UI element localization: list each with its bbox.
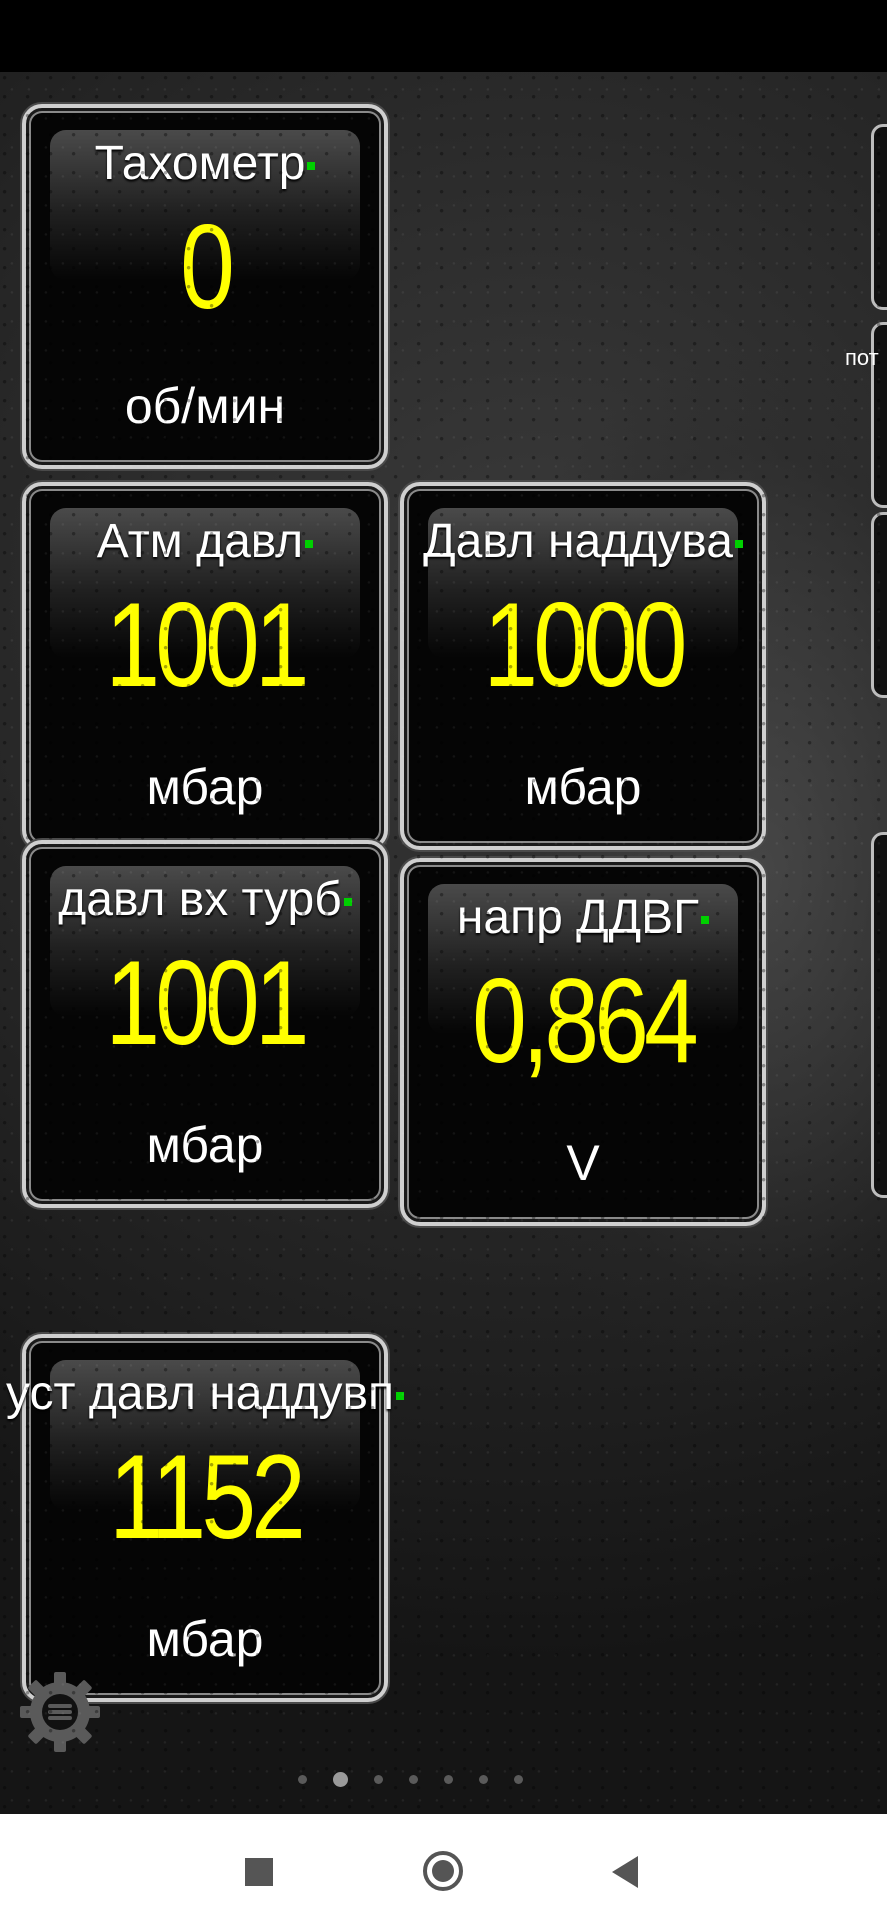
gauge-value: 0,864 [472,954,699,1088]
gauge-title: давл вх турб [58,873,342,926]
gauge-boost-pressure[interactable]: Давл наддува 1000 мбар [400,482,766,850]
gauge-title: Давл наддува [423,515,733,568]
page-dot[interactable] [374,1775,383,1784]
gauge-unit: мбар [524,759,642,815]
status-dot-icon [307,162,316,171]
gauge-title: уст давл наддувп [6,1367,394,1420]
gauge-value: 1152 [109,1430,306,1564]
gauge-unit: мбар [146,1611,264,1667]
edge-gauge-partial[interactable] [871,124,887,310]
dashboard: Тахометр 0 об/мин Атм давл 1001 мбар Дав… [0,72,887,1814]
page-dot-active[interactable] [333,1772,348,1787]
page-dot[interactable] [479,1775,488,1784]
page-dot[interactable] [409,1775,418,1784]
page-dot[interactable] [444,1775,453,1784]
back-triangle-icon[interactable] [612,1856,638,1888]
settings-gear-icon[interactable] [16,1668,104,1756]
status-dot-icon [343,898,352,907]
gauge-value: 1000 [483,578,687,712]
gauge-tachometer[interactable]: Тахометр 0 об/мин [22,104,388,469]
page-dot[interactable] [298,1775,307,1784]
status-dot-icon [305,540,314,549]
recents-square-icon[interactable] [245,1858,273,1886]
gauge-turbo-inlet-pressure[interactable]: давл вх турб 1001 мбар [22,840,388,1208]
gauge-boost-setpoint[interactable]: уст давл наддувп 1152 мбар [6,1334,404,1702]
status-dot-icon [701,916,710,925]
gauge-unit: об/мин [124,378,286,434]
gauge-ddvg-voltage[interactable]: напр ДДВГ 0,864 V [400,858,766,1226]
gauge-unit: V [566,1135,600,1191]
edge-gauge-label: пот [845,345,879,370]
gauge-atm-pressure[interactable]: Атм давл 1001 мбар [22,482,388,850]
status-dot-icon [395,1392,404,1401]
gauge-title: Тахометр [94,137,306,190]
gauge-title: напр ДДВГ [456,891,700,944]
gauge-unit: мбар [146,759,264,815]
gauge-value: 1001 [105,936,309,1070]
gauge-value: 1001 [105,578,309,712]
page-indicator[interactable] [298,1772,523,1787]
gauge-title: Атм давл [96,515,304,568]
status-dot-icon [734,540,743,549]
status-bar [0,0,887,72]
page-dot[interactable] [514,1775,523,1784]
home-circle-icon[interactable] [423,1851,463,1891]
gauge-value: 0 [180,200,235,334]
edge-gauge-partial[interactable] [871,832,887,1198]
edge-gauge-partial[interactable] [871,512,887,698]
gauge-unit: мбар [146,1117,264,1173]
